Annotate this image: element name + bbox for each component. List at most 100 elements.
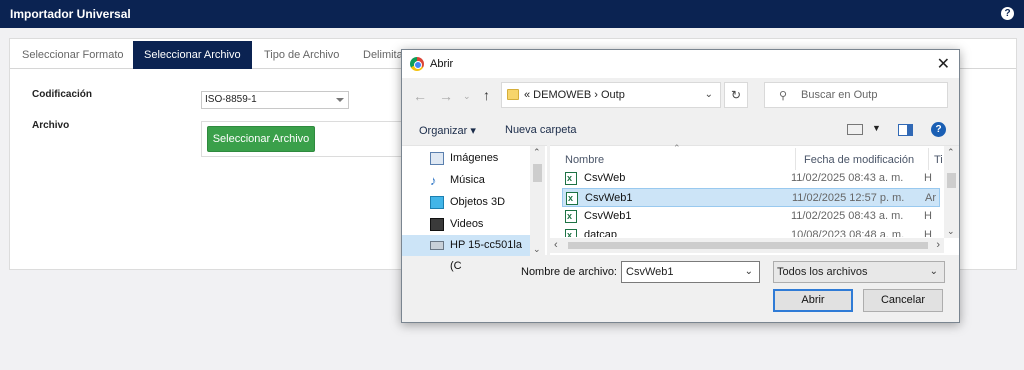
file-type: Ar <box>925 192 936 204</box>
file-type: H <box>924 172 932 184</box>
navigation-pane: Imágenes ♪ Música Objetos 3D Videos HP 1… <box>402 145 547 272</box>
open-file-dialog: Abrir ✕ ← → ⌄ ↑ « DEMOWEB › Outp ⌄ ↻ ⚲ B… <box>401 49 960 323</box>
filename-label: Nombre de archivo: <box>521 266 617 278</box>
files-horizontal-scrollbar[interactable]: ‹ › <box>550 238 944 253</box>
excel-file-icon <box>566 189 578 208</box>
close-icon[interactable]: ✕ <box>937 54 950 74</box>
file-date: 11/02/2025 08:43 a. m. <box>791 210 904 222</box>
nav-item-music[interactable]: ♪ Música <box>402 170 530 191</box>
file-row[interactable]: CsvWeb 11/02/2025 08:43 a. m. H <box>562 169 940 188</box>
encoding-select[interactable]: ISO-8859-1 <box>201 91 349 109</box>
drive-icon <box>430 241 444 250</box>
scroll-up-icon[interactable]: ⌃ <box>947 147 955 158</box>
view-options-icon[interactable] <box>847 124 863 135</box>
filetype-select[interactable]: Todos los archivos ⌄ <box>773 261 945 283</box>
file-list-pane: ⌃ Nombre Fecha de modificación Ti CsvWeb… <box>550 143 959 255</box>
videos-icon <box>430 218 444 231</box>
excel-file-icon <box>565 207 577 226</box>
chevron-down-icon[interactable]: ⌄ <box>705 89 713 100</box>
excel-file-icon <box>565 169 577 188</box>
sort-chevron-icon: ⌃ <box>673 143 681 153</box>
column-date[interactable]: Fecha de modificación <box>804 154 914 166</box>
address-bar[interactable]: « DEMOWEB › Outp ⌄ <box>501 82 721 108</box>
scroll-down-icon[interactable]: ⌄ <box>947 226 955 237</box>
filetype-value: Todos los archivos <box>777 266 868 278</box>
objects-3d-icon <box>430 196 444 209</box>
file-date: 10/08/2023 08:48 a. m. <box>791 229 905 237</box>
music-icon: ♪ <box>430 173 437 188</box>
tab-select-file[interactable]: Seleccionar Archivo <box>133 41 252 69</box>
nav-item-images[interactable]: Imágenes <box>402 148 530 169</box>
column-divider <box>795 148 796 170</box>
scroll-right-icon[interactable]: › <box>936 239 940 251</box>
encoding-label: Codificación <box>32 89 93 100</box>
nav-item-label: Imágenes <box>450 152 499 164</box>
chevron-down-icon: ⌄ <box>929 266 938 277</box>
preview-pane-icon[interactable] <box>898 124 913 136</box>
chevron-down-icon <box>336 98 344 102</box>
column-divider <box>928 148 929 170</box>
new-folder-button[interactable]: Nueva carpeta <box>505 124 577 136</box>
nav-item-label: Objetos 3D <box>450 196 506 208</box>
file-row[interactable]: datcap 10/08/2023 08:48 a. m. H <box>562 226 940 237</box>
organize-button[interactable]: Organizar ▾ <box>419 124 476 137</box>
dialog-title: Abrir <box>430 58 454 70</box>
nav-item-objects-3d[interactable]: Objetos 3D <box>402 192 530 213</box>
up-arrow-icon[interactable]: ↑ <box>483 87 490 103</box>
address-path: « DEMOWEB › Outp <box>524 89 625 101</box>
navigation-bar: ← → ⌄ ↑ « DEMOWEB › Outp ⌄ ↻ ⚲ Buscar en… <box>402 80 959 112</box>
column-name[interactable]: Nombre <box>565 154 604 166</box>
file-type: H <box>924 229 932 237</box>
nav-item-videos[interactable]: Videos <box>402 214 530 235</box>
file-row-selected[interactable]: CsvWeb1 11/02/2025 12:57 p. m. Ar <box>562 188 940 208</box>
search-input[interactable]: ⚲ Buscar en Outp <box>764 82 948 108</box>
search-icon: ⚲ <box>779 90 788 102</box>
folder-icon <box>507 89 519 100</box>
app-header: Importador Universal ? <box>0 0 1024 28</box>
column-type[interactable]: Ti <box>934 154 943 166</box>
app-title: Importador Universal <box>10 7 131 21</box>
excel-file-icon <box>565 226 577 237</box>
back-arrow-icon[interactable]: ← <box>413 88 427 104</box>
cancel-button[interactable]: Cancelar <box>863 289 943 312</box>
scroll-up-icon[interactable]: ⌃ <box>533 147 541 158</box>
files-vertical-scrollbar[interactable]: ⌃ ⌄ <box>944 146 959 238</box>
scroll-left-icon[interactable]: ‹ <box>554 239 558 251</box>
search-placeholder: Buscar en Outp <box>801 89 878 101</box>
forward-arrow-icon[interactable]: → <box>439 88 453 104</box>
scroll-thumb[interactable] <box>947 173 956 188</box>
file-date: 11/02/2025 12:57 p. m. <box>792 192 905 204</box>
scroll-thumb[interactable] <box>568 242 928 249</box>
file-name: CsvWeb <box>584 172 626 184</box>
tab-select-format[interactable]: Seleccionar Formato <box>12 41 134 69</box>
nav-item-label: HP 15-cc501la (C <box>450 239 522 272</box>
refresh-button[interactable]: ↻ <box>724 82 748 108</box>
dialog-title-bar: Abrir ✕ <box>402 50 959 78</box>
scroll-thumb[interactable] <box>533 164 542 182</box>
encoding-value: ISO-8859-1 <box>205 94 257 105</box>
nav-item-drive[interactable]: HP 15-cc501la (C <box>402 235 530 272</box>
select-file-button[interactable]: Seleccionar Archivo <box>207 126 315 152</box>
scroll-down-icon[interactable]: ⌄ <box>533 244 541 255</box>
dialog-toolbar: Organizar ▾ Nueva carpeta ▼ ? <box>402 118 959 144</box>
help-icon[interactable]: ? <box>931 122 946 137</box>
file-name: CsvWeb1 <box>584 210 632 222</box>
file-label: Archivo <box>32 120 70 131</box>
recent-chevron-icon[interactable]: ⌄ <box>463 91 471 102</box>
filename-input[interactable]: CsvWeb1 ⌄ <box>621 261 760 283</box>
file-name: datcap <box>584 229 618 237</box>
chevron-down-icon[interactable]: ⌄ <box>745 262 753 282</box>
open-button[interactable]: Abrir <box>773 289 853 312</box>
file-row[interactable]: CsvWeb1 11/02/2025 08:43 a. m. H <box>562 207 940 226</box>
file-name: CsvWeb1 <box>585 192 633 204</box>
refresh-icon: ↻ <box>730 88 742 102</box>
file-type: H <box>924 210 932 222</box>
view-dropdown-icon[interactable]: ▼ <box>872 123 881 133</box>
tab-file-type[interactable]: Tipo de Archivo <box>254 41 349 69</box>
file-date: 11/02/2025 08:43 a. m. <box>791 172 904 184</box>
help-icon[interactable]: ? <box>1001 7 1014 20</box>
images-icon <box>430 152 444 165</box>
nav-scrollbar[interactable]: ⌃ ⌄ <box>530 146 545 256</box>
filename-value: CsvWeb1 <box>626 266 674 278</box>
file-picker-box: Seleccionar Archivo <box>201 121 406 157</box>
